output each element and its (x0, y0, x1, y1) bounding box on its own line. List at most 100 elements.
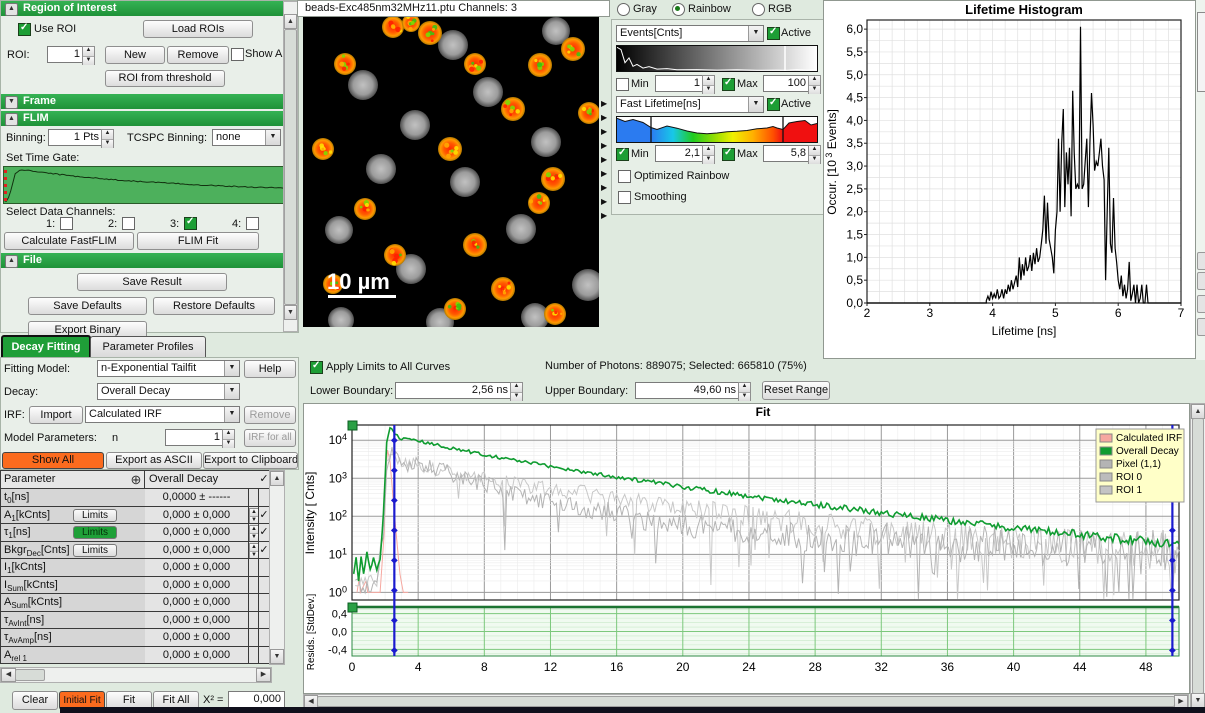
row-check-icon[interactable]: ✓ (259, 509, 268, 521)
scroll-right-icon[interactable]: ▶ (256, 668, 271, 682)
optimized-rainbow-checkbox[interactable] (618, 170, 631, 183)
scroll-up-icon[interactable]: ▲ (270, 471, 284, 486)
irf-remove-button[interactable]: Remove (244, 406, 296, 424)
lifetime-active-checkbox[interactable] (767, 98, 780, 111)
collapse-roi-icon[interactable]: ▲ (5, 3, 18, 16)
channel-checkbox[interactable] (184, 217, 197, 230)
limits-button[interactable]: Limits (73, 526, 117, 539)
slider-marker-icon[interactable]: ▶ (601, 170, 607, 178)
events-dropdown[interactable]: Events[Cnts] ▼ (616, 25, 764, 42)
lifetime-dropdown[interactable]: Fast Lifetime[ns] ▼ (616, 96, 764, 113)
roi-number-input[interactable]: 1 (47, 46, 84, 63)
channel-checkbox[interactable] (122, 217, 135, 230)
smoothing-checkbox[interactable] (618, 191, 631, 204)
lifetime-max-checkbox[interactable] (722, 148, 735, 161)
channel-checkbox[interactable] (246, 217, 259, 230)
clipped-button[interactable] (1197, 252, 1205, 270)
lower-boundary-spinner[interactable]: ▲▼ (510, 382, 523, 401)
param-spinner[interactable]: ▲▼ (249, 508, 259, 524)
clipped-button[interactable] (1197, 318, 1205, 336)
collapse-file-icon[interactable]: ▲ (5, 255, 18, 268)
reset-range-button[interactable]: Reset Range (762, 381, 830, 400)
param-spinner[interactable]: ▲▼ (249, 543, 259, 559)
slider-marker-icon[interactable]: ▶ (601, 128, 607, 136)
slider-marker-icon[interactable]: ▶ (601, 100, 607, 108)
irf-import-button[interactable]: Import (29, 406, 83, 424)
events-min-input[interactable]: 1 (655, 75, 704, 92)
slider-marker-icon[interactable]: ▶ (601, 198, 607, 206)
export-clipboard-button[interactable]: Export to Clipboard (203, 452, 298, 469)
n-spinner[interactable]: ▲▼ (222, 429, 235, 448)
binning-input[interactable]: 1 Pts (48, 129, 103, 146)
header-check-icon[interactable]: ✓ (259, 473, 268, 485)
slider-marker-icon[interactable]: ▶ (601, 212, 607, 220)
apply-limits-checkbox[interactable] (310, 361, 323, 374)
slider-marker-icon[interactable]: ▶ (601, 142, 607, 150)
tcspc-binning-dropdown[interactable]: none ▼ (212, 129, 281, 146)
slider-marker-icon[interactable]: ▶ (601, 156, 607, 164)
restore-defaults-button[interactable]: Restore Defaults (153, 297, 275, 315)
events-min-spinner[interactable]: ▲▼ (702, 75, 715, 94)
slider-marker-icon[interactable]: ▶ (601, 184, 607, 192)
events-active-checkbox[interactable] (767, 27, 780, 40)
flim-fit-button[interactable]: FLIM Fit (137, 232, 259, 250)
save-result-button[interactable]: Save Result (77, 273, 227, 291)
mode-radio-rainbow[interactable] (672, 3, 685, 16)
scroll-down-icon[interactable]: ▼ (270, 649, 284, 664)
save-defaults-button[interactable]: Save Defaults (28, 297, 147, 315)
new-roi-button[interactable]: New (105, 46, 165, 64)
help-button[interactable]: Help (244, 360, 296, 378)
row-check-icon[interactable]: ✓ (259, 544, 268, 556)
channel-checkbox[interactable] (60, 217, 73, 230)
plot-drag-handle[interactable] (348, 421, 357, 430)
param-table-scrollbar[interactable]: ▲ ▼ (269, 470, 285, 665)
lifetime-max-input[interactable]: 5,8 (763, 145, 810, 162)
globe-icon[interactable]: ⊕ (131, 472, 142, 487)
left-panel-scrollbar[interactable]: ▲ ▼ (283, 1, 298, 332)
events-colorbar[interactable] (616, 45, 818, 72)
slider-marker-icon[interactable]: ▶ (601, 114, 607, 122)
events-max-input[interactable]: 100 (763, 75, 810, 92)
show-all-checkbox[interactable] (231, 48, 244, 61)
collapse-frame-icon[interactable]: ▼ (5, 96, 18, 109)
tab-parameter-profiles[interactable]: Parameter Profiles (90, 336, 206, 359)
fit-vscrollbar[interactable]: ▲ ▼ (1190, 403, 1205, 709)
fit-chart[interactable]: Fit1001011021031040,40,0-0,4048121620242… (303, 403, 1188, 692)
lifetime-colorbar[interactable] (616, 116, 818, 143)
clear-button[interactable]: Clear (12, 691, 58, 710)
flim-image[interactable]: 10 µm (303, 17, 599, 327)
irf-dropdown[interactable]: Calculated IRF ▼ (85, 406, 240, 423)
lifetime-min-checkbox[interactable] (616, 148, 629, 161)
clipped-button[interactable] (1197, 295, 1205, 313)
load-rois-button[interactable]: Load ROIs (143, 20, 253, 38)
scroll-down-icon[interactable]: ▼ (1191, 693, 1205, 708)
param-table-hscrollbar[interactable]: ◀ ▶ (0, 667, 272, 683)
roi-from-threshold-button[interactable]: ROI from threshold (105, 70, 225, 87)
export-ascii-button[interactable]: Export as ASCII (106, 452, 202, 469)
scrollbar-thumb[interactable] (15, 669, 45, 681)
lower-boundary-input[interactable]: 2,56 ns (395, 382, 512, 399)
mode-radio-gray[interactable] (617, 3, 630, 16)
events-max-checkbox[interactable] (722, 78, 735, 91)
n-input[interactable]: 1 (165, 429, 224, 446)
resid-drag-handle[interactable] (348, 603, 357, 612)
scroll-left-icon[interactable]: ◀ (1, 668, 16, 682)
events-min-checkbox[interactable] (616, 78, 629, 91)
lifetime-min-spinner[interactable]: ▲▼ (702, 145, 715, 164)
scrollbar-thumb[interactable] (284, 29, 297, 305)
lifetime-max-spinner[interactable]: ▲▼ (808, 145, 821, 164)
binning-spinner[interactable]: ▲▼ (101, 129, 114, 148)
scroll-up-icon[interactable]: ▲ (1191, 404, 1205, 419)
fitting-model-dropdown[interactable]: n-Exponential Tailfit ▼ (97, 360, 240, 377)
calculate-fastflim-button[interactable]: Calculate FastFLIM (4, 232, 134, 250)
events-max-spinner[interactable]: ▲▼ (808, 75, 821, 94)
scrollbar-thumb[interactable] (1192, 418, 1204, 694)
clipped-button[interactable] (1197, 272, 1205, 290)
collapse-flim-icon[interactable]: ▲ (5, 113, 18, 126)
scroll-down-icon[interactable]: ▼ (284, 305, 297, 320)
remove-roi-button[interactable]: Remove (167, 46, 229, 64)
scrollbar-thumb[interactable] (317, 696, 1175, 707)
use-roi-checkbox[interactable] (18, 23, 31, 36)
upper-boundary-spinner[interactable]: ▲▼ (738, 382, 751, 401)
lifetime-min-input[interactable]: 2,1 (655, 145, 704, 162)
